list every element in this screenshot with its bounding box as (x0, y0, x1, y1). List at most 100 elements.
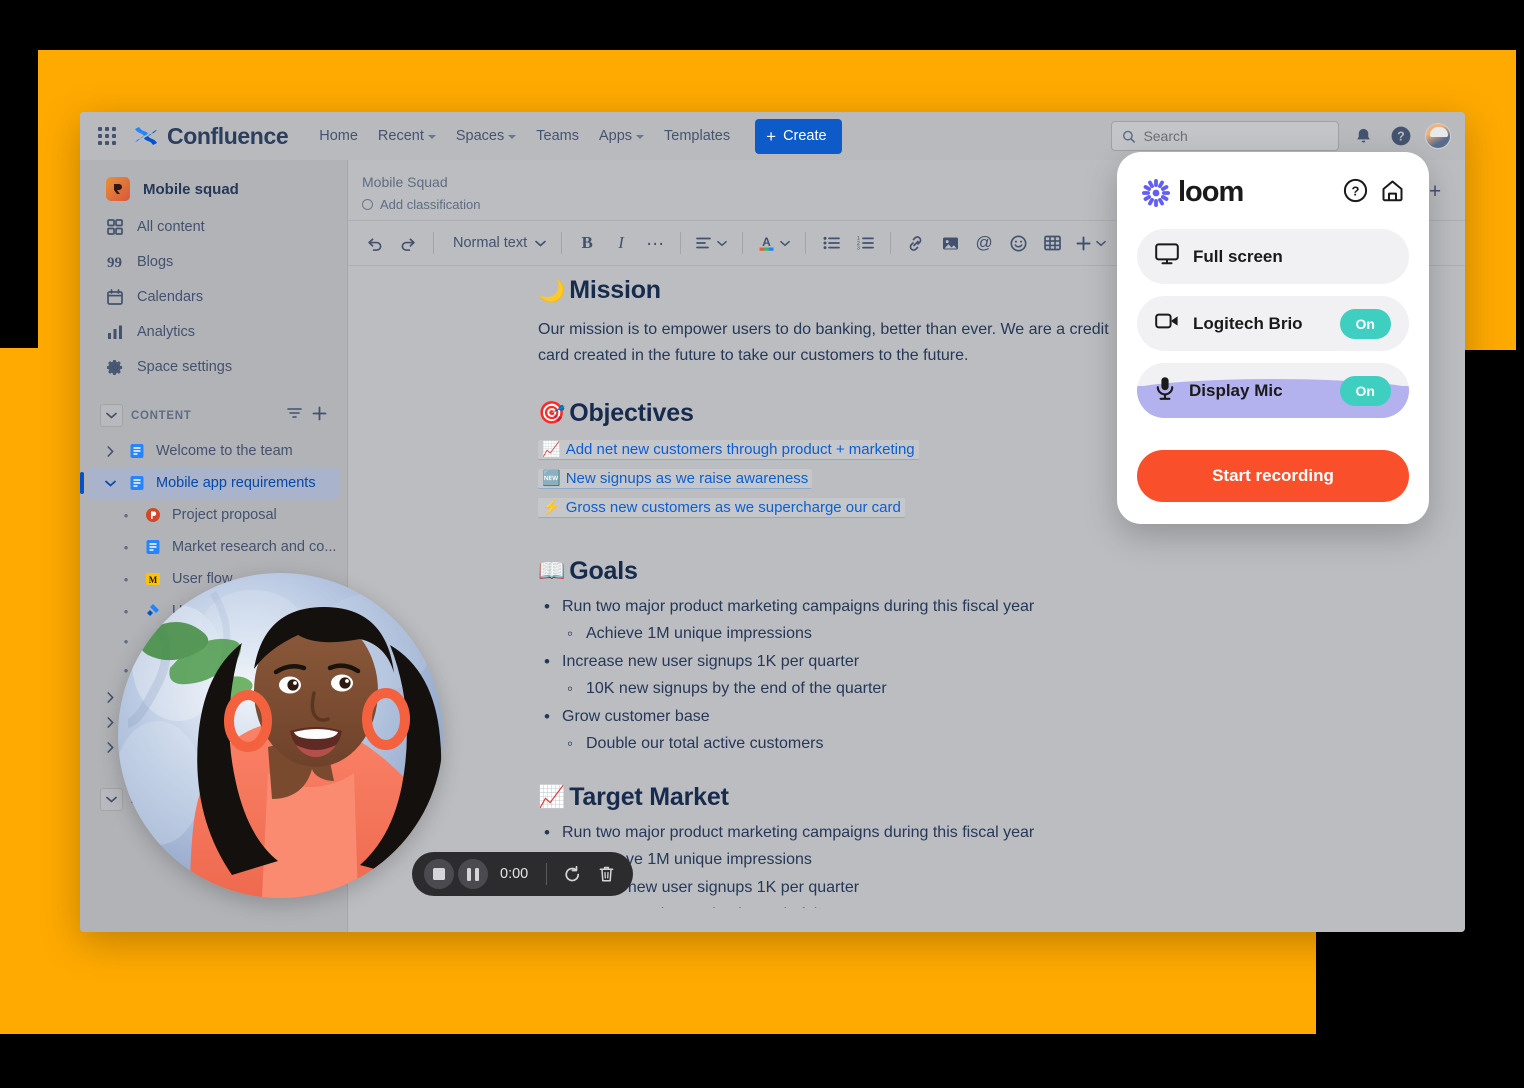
tree-item-label: Project proposal (172, 507, 277, 523)
objective-text: Gross new customers as we supercharge ou… (565, 498, 901, 516)
tree-item-project-proposal[interactable]: • Project proposal (88, 499, 339, 531)
nav-item-templates[interactable]: Templates (655, 121, 739, 151)
nav-item-spaces[interactable]: Spaces (447, 121, 525, 151)
search-icon (1122, 130, 1135, 143)
chevron-down-icon[interactable] (102, 480, 118, 487)
text-color-button[interactable]: A (752, 227, 796, 259)
target-emoji-icon: 🎯 (538, 400, 566, 426)
undo-button[interactable] (358, 227, 390, 259)
objective-link-1[interactable]: 📈 Add net new customers through product … (538, 439, 919, 460)
chevron-right-icon[interactable] (102, 742, 118, 753)
section-heading-goals: 📖 Goals (538, 557, 1345, 586)
table-button[interactable] (1036, 227, 1068, 259)
camera-toggle-badge[interactable]: On (1339, 308, 1391, 339)
sidebar-item-space-settings[interactable]: Space settings (88, 350, 339, 384)
emoji-button[interactable] (1002, 227, 1034, 259)
notifications-button[interactable] (1349, 122, 1377, 150)
stop-recording-button[interactable] (424, 859, 454, 889)
svg-text:?: ? (1352, 183, 1360, 198)
tree-item-mobile-app-requirements[interactable]: Mobile app requirements (80, 467, 339, 499)
emoji-icon (1010, 235, 1027, 251)
classification-circle-icon (362, 199, 373, 210)
home-icon[interactable] (1380, 178, 1405, 208)
chevron-right-icon[interactable] (102, 717, 118, 728)
search-input[interactable] (1143, 128, 1328, 144)
search-box[interactable] (1111, 121, 1339, 151)
filter-icon[interactable] (287, 407, 302, 425)
collapse-apps-button[interactable] (100, 788, 123, 811)
loom-option-microphone[interactable]: Display Mic On (1137, 363, 1409, 418)
confluence-logo[interactable]: Confluence (134, 123, 289, 150)
chevron-right-icon[interactable] (102, 445, 118, 457)
sidebar-item-all-content[interactable]: All content (88, 210, 339, 244)
numbered-list-button[interactable]: 123 (849, 227, 881, 259)
tree-item-label: Market research and co... (172, 539, 337, 555)
more-formatting-button[interactable]: … (639, 227, 671, 259)
restart-icon (565, 865, 579, 881)
help-button[interactable]: ? (1387, 122, 1415, 150)
nav-label: Templates (664, 128, 731, 144)
text-style-dropdown[interactable]: Normal text (443, 235, 552, 251)
nav-item-home[interactable]: Home (310, 121, 367, 151)
link-button[interactable] (900, 227, 932, 259)
collapse-content-button[interactable] (100, 404, 123, 427)
image-button[interactable] (934, 227, 966, 259)
objective-text: New signups as we raise awareness (565, 469, 809, 487)
add-content-icon[interactable] (312, 406, 327, 426)
loom-option-full-screen[interactable]: Full screen (1137, 229, 1409, 284)
sidebar-item-calendars[interactable]: Calendars (88, 280, 339, 314)
nav-label: Recent (377, 128, 424, 144)
svg-text:A: A (762, 235, 771, 249)
nav-item-recent[interactable]: Recent (369, 121, 445, 151)
webcam-preview-bubble[interactable] (118, 573, 443, 898)
mention-label: @ (975, 233, 993, 252)
tree-item-market-research[interactable]: • Market research and co... (88, 531, 339, 563)
italic-button[interactable]: I (605, 227, 637, 259)
page-blue-icon (128, 474, 146, 492)
mission-paragraph: Our mission is to empower users to do ba… (538, 321, 1109, 364)
microphone-toggle-badge[interactable]: On (1339, 375, 1391, 406)
plus-icon (1076, 236, 1091, 250)
nav-item-apps[interactable]: Apps (590, 121, 653, 151)
sidebar-item-analytics[interactable]: Analytics (88, 315, 339, 349)
redo-button[interactable] (392, 227, 424, 259)
goals-list: Run two major product marketing campaign… (538, 597, 1345, 754)
loom-recorder-panel: loom ? Full screen Logitech Brio On Disp… (1117, 152, 1429, 524)
lightning-emoji-icon: ⚡ (542, 498, 561, 516)
list-item: Achieve 1M unique impressions (562, 624, 1345, 644)
start-recording-button[interactable]: Start recording (1137, 450, 1409, 502)
loom-option-label: Full screen (1193, 246, 1283, 266)
user-avatar[interactable] (1425, 123, 1451, 149)
chevron-down-icon (508, 135, 517, 139)
align-button[interactable] (690, 227, 733, 259)
svg-text:?: ? (1397, 130, 1405, 144)
create-button[interactable]: + Create (755, 118, 842, 154)
bold-label: B (581, 233, 593, 252)
delete-recording-button[interactable] (591, 859, 621, 889)
new-badge-emoji-icon: 🆕 (542, 469, 561, 487)
sidebar-item-blogs[interactable]: 99 Blogs (88, 245, 339, 279)
tree-item-welcome-to-the-team[interactable]: Welcome to the team (88, 435, 339, 467)
stop-icon (433, 868, 445, 880)
sidebar-space-header[interactable]: Mobile squad (88, 169, 339, 209)
app-switcher-icon[interactable] (92, 121, 122, 151)
objective-link-2[interactable]: 🆕 New signups as we raise awareness (538, 468, 813, 489)
loom-option-camera[interactable]: Logitech Brio On (1137, 296, 1409, 351)
chevron-right-icon[interactable] (102, 692, 118, 703)
confluence-mark-icon (135, 127, 157, 145)
question-circle-icon[interactable]: ? (1343, 178, 1368, 208)
tree-item-label: Mobile app requirements (156, 475, 316, 491)
bullet-list-button[interactable] (815, 227, 847, 259)
list-item: Achieve 1M unique impressions (562, 850, 1345, 870)
chevron-down-icon (427, 135, 436, 139)
nav-item-teams[interactable]: Teams (527, 121, 588, 151)
mention-button[interactable]: @ (968, 227, 1000, 259)
content-section-actions (287, 406, 327, 426)
objective-link-3[interactable]: ⚡ Gross new customers as we supercharge … (538, 497, 905, 518)
toolbar-divider (742, 232, 744, 254)
pause-recording-button[interactable] (458, 859, 488, 889)
sidebar-item-label: Space settings (137, 359, 233, 375)
bold-button[interactable]: B (571, 227, 603, 259)
insert-button[interactable] (1070, 227, 1112, 259)
restart-recording-button[interactable] (557, 859, 587, 889)
